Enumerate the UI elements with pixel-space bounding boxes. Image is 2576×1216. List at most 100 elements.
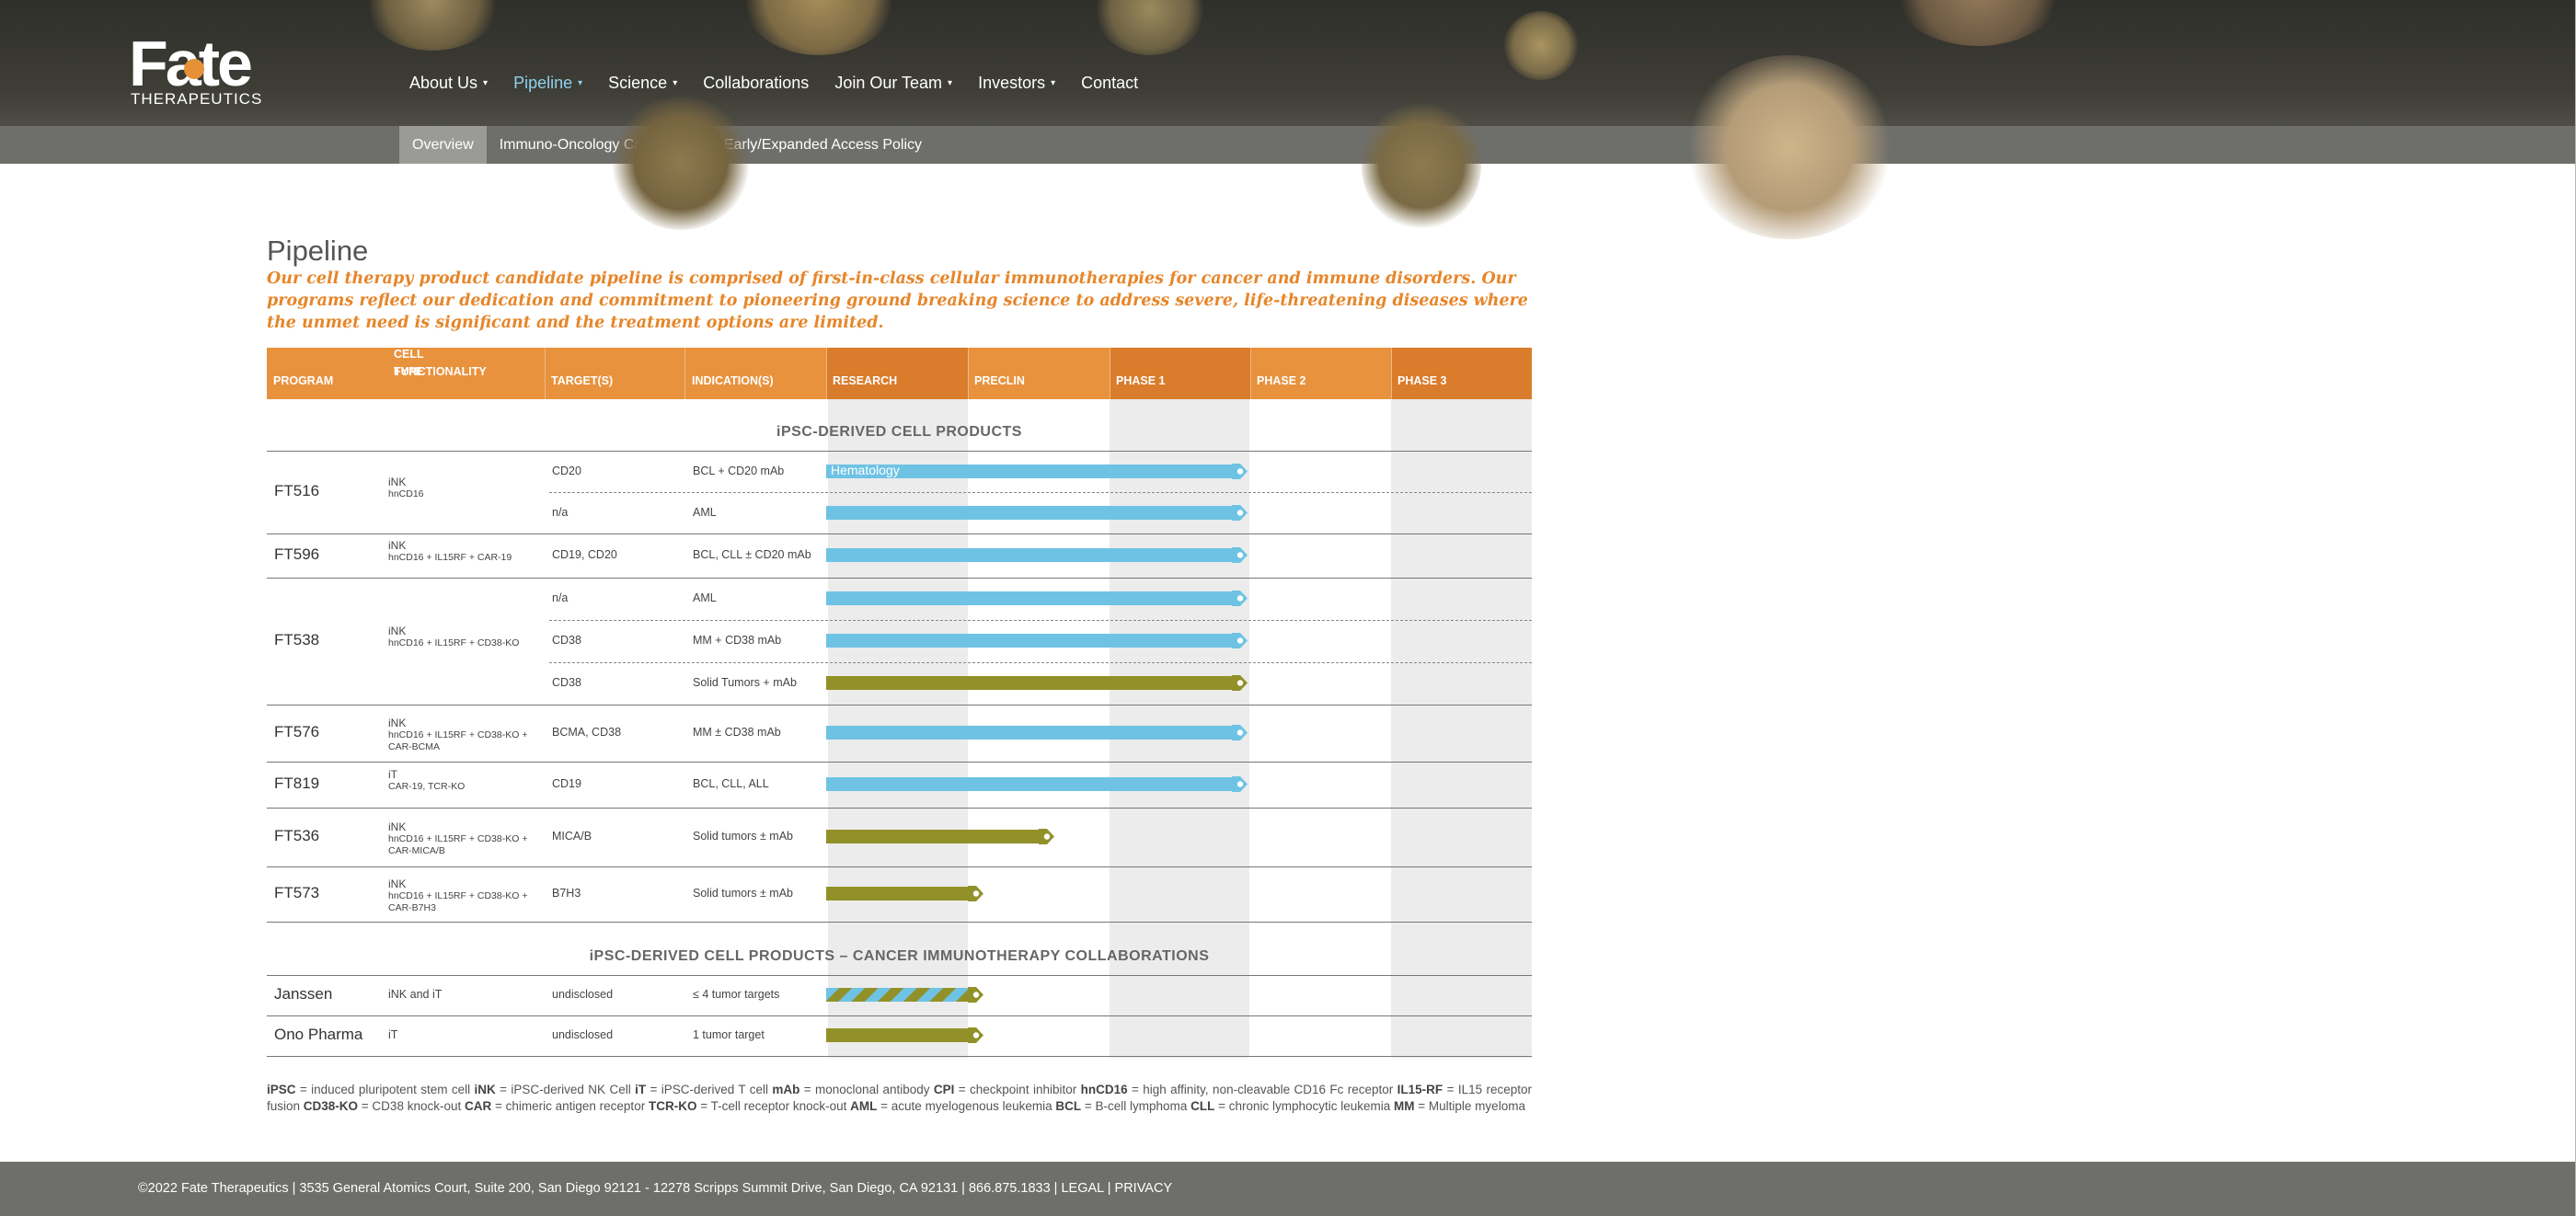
legend-definition: = Multiple myeloma xyxy=(1414,1099,1525,1113)
row-dashed-divider xyxy=(549,492,1532,493)
functionality-label: hnCD16 + IL15RF + CD38-KO + CAR-B7H3 xyxy=(388,890,528,913)
indication-cell: BCL, CLL ± CD20 mAb xyxy=(693,548,811,561)
cell-graphic xyxy=(1684,55,1895,239)
page-title: Pipeline xyxy=(267,234,369,267)
functionality-label: hnCD16 + IL15RF + CAR-19 xyxy=(388,552,512,563)
subnav-item-overview[interactable]: Overview xyxy=(399,126,487,164)
nav-item-join-our-team[interactable]: Join Our Team ▾ xyxy=(834,74,952,93)
pipeline-bar xyxy=(826,504,1248,521)
functionality-label: hnCD16 + IL15RF + CD38-KO xyxy=(388,637,520,648)
legend-term: hnCD16 xyxy=(1080,1083,1128,1096)
pipeline-table: PROGRAM CELL TYPE FUNCTIONALITY TARGET(S)… xyxy=(267,348,1532,1058)
legend-term: BCL xyxy=(1055,1099,1082,1113)
indication-cell: AML xyxy=(693,591,717,604)
row-divider xyxy=(267,1015,1532,1016)
nav-item-label: Pipeline xyxy=(513,74,573,92)
pipeline-bar xyxy=(826,886,983,901)
row-divider xyxy=(267,705,1532,706)
arrow-tip-icon xyxy=(1232,591,1248,606)
cell-type: iNK hnCD16 + IL15RF + CD38-KO xyxy=(388,625,540,649)
program-name: FT536 xyxy=(274,827,320,844)
fate-logo[interactable]: Fate THERAPEUTICS xyxy=(129,31,267,114)
nav-item-investors[interactable]: Investors ▾ xyxy=(978,74,1055,93)
legend-term: CAR xyxy=(464,1099,492,1113)
header-divider xyxy=(826,348,827,399)
legend-term: CLL xyxy=(1190,1099,1215,1113)
cell-graphic xyxy=(612,97,750,230)
legend-term: iT xyxy=(635,1083,647,1096)
legend-term: iPSC xyxy=(267,1083,296,1096)
indication-cell: Solid tumors ± mAb xyxy=(693,887,793,900)
abbreviation-legend: iPSC = induced pluripotent stem cell iNK… xyxy=(267,1082,1532,1115)
legend-definition: = monoclonal antibody xyxy=(799,1083,934,1096)
legal-link[interactable]: LEGAL xyxy=(1061,1181,1103,1196)
legend-term: AML xyxy=(850,1099,878,1113)
program-name: FT538 xyxy=(274,631,320,648)
nav-item-contact[interactable]: Contact xyxy=(1081,74,1138,93)
site-header: Fate THERAPEUTICS About Us ▾ Pipeline ▾ Scie… xyxy=(0,0,2576,164)
sub-nav: Overview Immuno-Oncology Candidates Early/… xyxy=(0,126,2576,164)
legend-definition: = B-cell lymphoma xyxy=(1081,1099,1191,1113)
row-dashed-divider xyxy=(549,662,1532,663)
caret-down-icon: ▾ xyxy=(578,78,583,88)
nav-item-about-us[interactable]: About Us ▾ xyxy=(409,74,488,93)
caret-down-icon: ▾ xyxy=(948,78,953,88)
indication-cell: MM ± CD38 mAb xyxy=(693,726,781,739)
legend-term: CPI xyxy=(933,1083,955,1096)
target-cell: CD19 xyxy=(552,777,581,790)
header-targets: TARGET(S) xyxy=(551,374,614,387)
nav-item-collaborations[interactable]: Collaborations xyxy=(703,74,809,93)
arrow-tip-icon xyxy=(1232,463,1248,479)
footer-text: ©2022 Fate Therapeutics | 3535 General A… xyxy=(138,1181,1172,1196)
target-cell: CD19, CD20 xyxy=(552,548,617,561)
nav-item-label: Science xyxy=(608,74,668,92)
row-divider xyxy=(267,533,1532,534)
legend-definition: = acute myelogenous leukemia xyxy=(877,1099,1056,1113)
program-name: FT596 xyxy=(274,545,320,563)
nav-item-science[interactable]: Science ▾ xyxy=(608,74,677,93)
header-research: RESEARCH xyxy=(826,348,968,399)
row-divider xyxy=(267,1056,1532,1057)
arrow-tip-icon xyxy=(968,987,983,1003)
pipeline-bar xyxy=(826,725,1248,740)
legend-definition: = chronic lymphocytic leukemia xyxy=(1214,1099,1395,1113)
row-divider xyxy=(267,808,1532,809)
target-cell: CD20 xyxy=(552,464,581,477)
site-footer: ©2022 Fate Therapeutics | 3535 General A… xyxy=(0,1162,2576,1216)
cell-graphic xyxy=(1362,101,1481,230)
row-divider xyxy=(267,451,1532,452)
arrow-tip-icon xyxy=(968,886,983,901)
header-phase2: PHASE 2 xyxy=(1250,348,1391,399)
nav-item-pipeline[interactable]: Pipeline ▾ xyxy=(513,74,582,93)
pipeline-bar xyxy=(826,987,983,1003)
nav-item-label: About Us xyxy=(409,74,478,92)
legend-definition: = induced pluripotent stem cell xyxy=(295,1083,475,1096)
legend-definition: = iPSC-derived NK Cell xyxy=(495,1083,636,1096)
legend-term: TCR-KO xyxy=(648,1099,697,1113)
indication-cell: ≤ 4 tumor targets xyxy=(693,988,780,1001)
caret-down-icon: ▾ xyxy=(1051,78,1056,88)
legend-definition: = chimeric antigen receptor xyxy=(491,1099,649,1113)
legend-term: MM xyxy=(1394,1099,1415,1113)
target-cell: undisclosed xyxy=(552,988,614,1001)
row-divider xyxy=(267,762,1532,763)
caret-down-icon: ▾ xyxy=(483,78,489,88)
program-name: FT819 xyxy=(274,774,320,792)
header-phase1: PHASE 1 xyxy=(1110,348,1250,399)
privacy-link[interactable]: PRIVACY xyxy=(1115,1181,1173,1196)
nav-item-label: Collaborations xyxy=(703,74,810,92)
cell-graphic xyxy=(1095,0,1205,55)
nav-item-label: Investors xyxy=(978,74,1046,92)
header-divider xyxy=(684,348,685,399)
nav-item-label: Join Our Team xyxy=(834,74,943,92)
header-divider xyxy=(1391,348,1392,399)
target-cell: n/a xyxy=(552,591,569,604)
header-phase3: PHASE 3 xyxy=(1391,348,1532,399)
header-divider xyxy=(968,348,969,399)
header-preclin: PRECLIN xyxy=(968,348,1110,399)
pipeline-bar xyxy=(826,776,1248,792)
arrow-tip-icon xyxy=(1232,504,1248,521)
arrow-tip-icon xyxy=(1039,829,1054,844)
arrow-tip-icon xyxy=(1232,547,1248,563)
footer-separator: | xyxy=(1103,1181,1115,1196)
